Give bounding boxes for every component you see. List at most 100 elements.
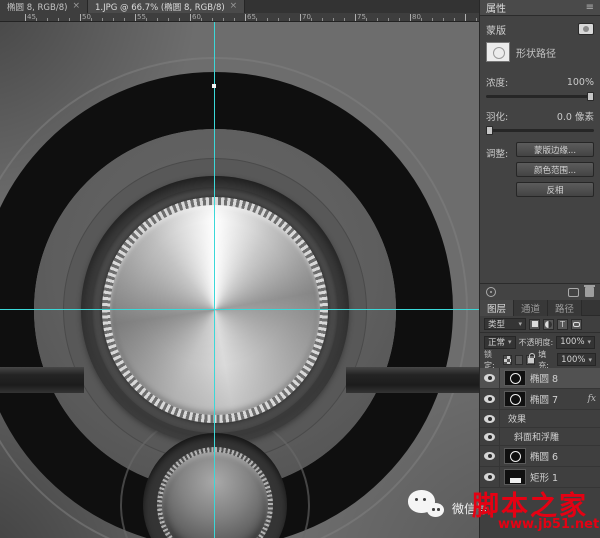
filter-type-layers-icon[interactable]: T — [557, 319, 568, 330]
visibility-cell[interactable] — [480, 428, 500, 445]
eye-icon[interactable] — [484, 374, 495, 382]
delete-mask-icon[interactable] — [585, 287, 594, 297]
horizontal-ruler[interactable]: 45 50 55 60 65 70 75 80 — [0, 13, 479, 22]
eye-icon[interactable] — [484, 433, 495, 441]
load-selection-icon[interactable] — [486, 287, 496, 297]
adjust-label: 调整: — [486, 146, 508, 160]
mask-type-label: 形状路径 — [516, 45, 556, 60]
properties-footer — [480, 283, 600, 300]
chevron-down-icon: ▾ — [588, 356, 592, 364]
photoshop-window: 椭圆 8, RGB/8) × 1.JPG @ 66.7% (椭圆 8, RGB/… — [0, 0, 600, 538]
ruler-label: 80 — [412, 13, 421, 21]
visibility-cell[interactable] — [480, 389, 500, 409]
eye-icon[interactable] — [484, 452, 495, 460]
watermark-site-url: www.jb51.net — [498, 517, 599, 532]
speaker-band-left — [0, 367, 84, 393]
layer-row-ellipse-8[interactable]: 椭圆 8 — [480, 368, 600, 389]
close-icon[interactable]: × — [230, 2, 238, 11]
tab-paths[interactable]: 路径 — [548, 300, 582, 316]
lock-transparency-icon[interactable] — [503, 355, 512, 365]
right-panel: 属性 ≡ 蒙版 形状路径 浓度: 100% 羽化: 0.0 像素 — [479, 0, 600, 538]
vertical-guide[interactable] — [214, 22, 215, 538]
document-tab-2-label: 1.JPG @ 66.7% (椭圆 8, RGB/8) — [95, 1, 225, 13]
visibility-cell[interactable] — [480, 410, 500, 427]
color-range-button[interactable]: 颜色范围... — [516, 162, 594, 177]
layer-name[interactable]: 矩形 1 — [530, 470, 558, 484]
layer-thumbnail[interactable] — [504, 469, 526, 485]
mask-badge-icon — [578, 23, 594, 35]
opacity-dropdown[interactable]: 100% ▾ — [556, 336, 595, 349]
properties-panel: 属性 ≡ 蒙版 形状路径 浓度: 100% 羽化: 0.0 像素 — [480, 0, 600, 300]
visibility-cell[interactable] — [480, 446, 500, 466]
eye-icon[interactable] — [484, 395, 495, 403]
lock-row: 锁定: 填充: 100% ▾ — [480, 351, 600, 368]
mask-edge-button[interactable]: 蒙版边缘... — [516, 142, 594, 157]
layer-thumbnail[interactable] — [504, 391, 526, 407]
mask-section-row: 蒙版 — [486, 22, 594, 36]
layer-filter-row: 类型 ▾ T — [480, 316, 600, 333]
filter-type-label: 类型 — [488, 318, 505, 330]
filter-adjustment-layers-icon[interactable] — [543, 319, 554, 330]
layer-name[interactable]: 椭圆 8 — [530, 371, 558, 385]
layer-row-effects[interactable]: 效果 — [480, 410, 600, 428]
density-slider[interactable] — [486, 95, 594, 98]
density-slider-handle[interactable] — [587, 92, 594, 101]
fill-dropdown[interactable]: 100% ▾ — [557, 353, 596, 366]
filter-shape-layers-icon[interactable] — [571, 319, 582, 330]
properties-title: 属性 — [486, 0, 506, 15]
fx-icon[interactable]: fx — [588, 394, 596, 404]
document-tab-1[interactable]: 椭圆 8, RGB/8) × — [0, 0, 88, 13]
chevron-down-icon: ▾ — [518, 320, 522, 328]
panel-menu-icon[interactable]: ≡ — [586, 2, 594, 13]
layers-panel-tabs: 图层 通道 路径 — [480, 300, 600, 316]
layer-row-ellipse-7[interactable]: 椭圆 7 fx — [480, 389, 600, 410]
eye-icon[interactable] — [484, 473, 495, 481]
layer-name[interactable]: 椭圆 7 — [530, 392, 558, 406]
close-icon[interactable]: × — [72, 2, 80, 11]
effects-label[interactable]: 效果 — [500, 412, 526, 425]
bevel-emboss-label[interactable]: 斜面和浮雕 — [500, 430, 559, 443]
opacity-label: 不透明度: — [519, 337, 554, 348]
ruler-label: 50 — [82, 13, 91, 21]
ruler-label: 75 — [357, 13, 366, 21]
feather-value[interactable]: 0.0 像素 — [557, 109, 594, 123]
horizontal-guide[interactable] — [0, 309, 479, 310]
canvas[interactable] — [0, 22, 479, 538]
document-tabbar: 椭圆 8, RGB/8) × 1.JPG @ 66.7% (椭圆 8, RGB/… — [0, 0, 479, 13]
lock-position-icon[interactable] — [515, 355, 524, 365]
layer-thumbnail[interactable] — [504, 448, 526, 464]
density-label: 浓度: — [486, 75, 508, 89]
knob-metal-face — [110, 205, 320, 415]
chevron-down-icon: ▾ — [508, 338, 512, 346]
layer-name[interactable]: 椭圆 6 — [530, 449, 558, 463]
properties-header: 属性 ≡ — [480, 0, 600, 16]
layer-list: 椭圆 8 椭圆 7 fx 效果 斜面和浮雕 — [480, 368, 600, 488]
tab-channels[interactable]: 通道 — [514, 300, 548, 316]
ruler-label: 55 — [137, 13, 146, 21]
mask-thumbnail[interactable] — [486, 42, 510, 62]
feather-label: 羽化: — [486, 109, 508, 123]
tab-layers[interactable]: 图层 — [480, 300, 514, 316]
ruler-label: 70 — [302, 13, 311, 21]
filter-type-dropdown[interactable]: 类型 ▾ — [484, 318, 526, 330]
density-value[interactable]: 100% — [567, 77, 594, 88]
layer-thumbnail[interactable] — [504, 370, 526, 386]
filter-pixel-layers-icon[interactable] — [529, 319, 540, 330]
lock-all-icon[interactable] — [526, 355, 535, 365]
path-anchor-point[interactable] — [212, 84, 216, 88]
invert-button[interactable]: 反相 — [516, 182, 594, 197]
density-row: 浓度: 100% — [486, 76, 594, 88]
opacity-value: 100% — [560, 337, 584, 347]
document-tab-2[interactable]: 1.JPG @ 66.7% (椭圆 8, RGB/8) × — [88, 0, 245, 13]
visibility-cell[interactable] — [480, 368, 500, 388]
layer-row-bevel-emboss[interactable]: 斜面和浮雕 — [480, 428, 600, 446]
apply-mask-icon[interactable] — [568, 288, 579, 297]
feather-slider-handle[interactable] — [486, 126, 493, 135]
blend-mode-dropdown[interactable]: 正常 ▾ — [484, 336, 516, 349]
eye-icon[interactable] — [484, 415, 495, 423]
ruler-label: 65 — [247, 13, 256, 21]
layer-row-ellipse-6[interactable]: 椭圆 6 — [480, 446, 600, 467]
feather-slider[interactable] — [486, 129, 594, 132]
wechat-icon — [408, 489, 450, 529]
chevron-down-icon: ▾ — [588, 338, 592, 346]
